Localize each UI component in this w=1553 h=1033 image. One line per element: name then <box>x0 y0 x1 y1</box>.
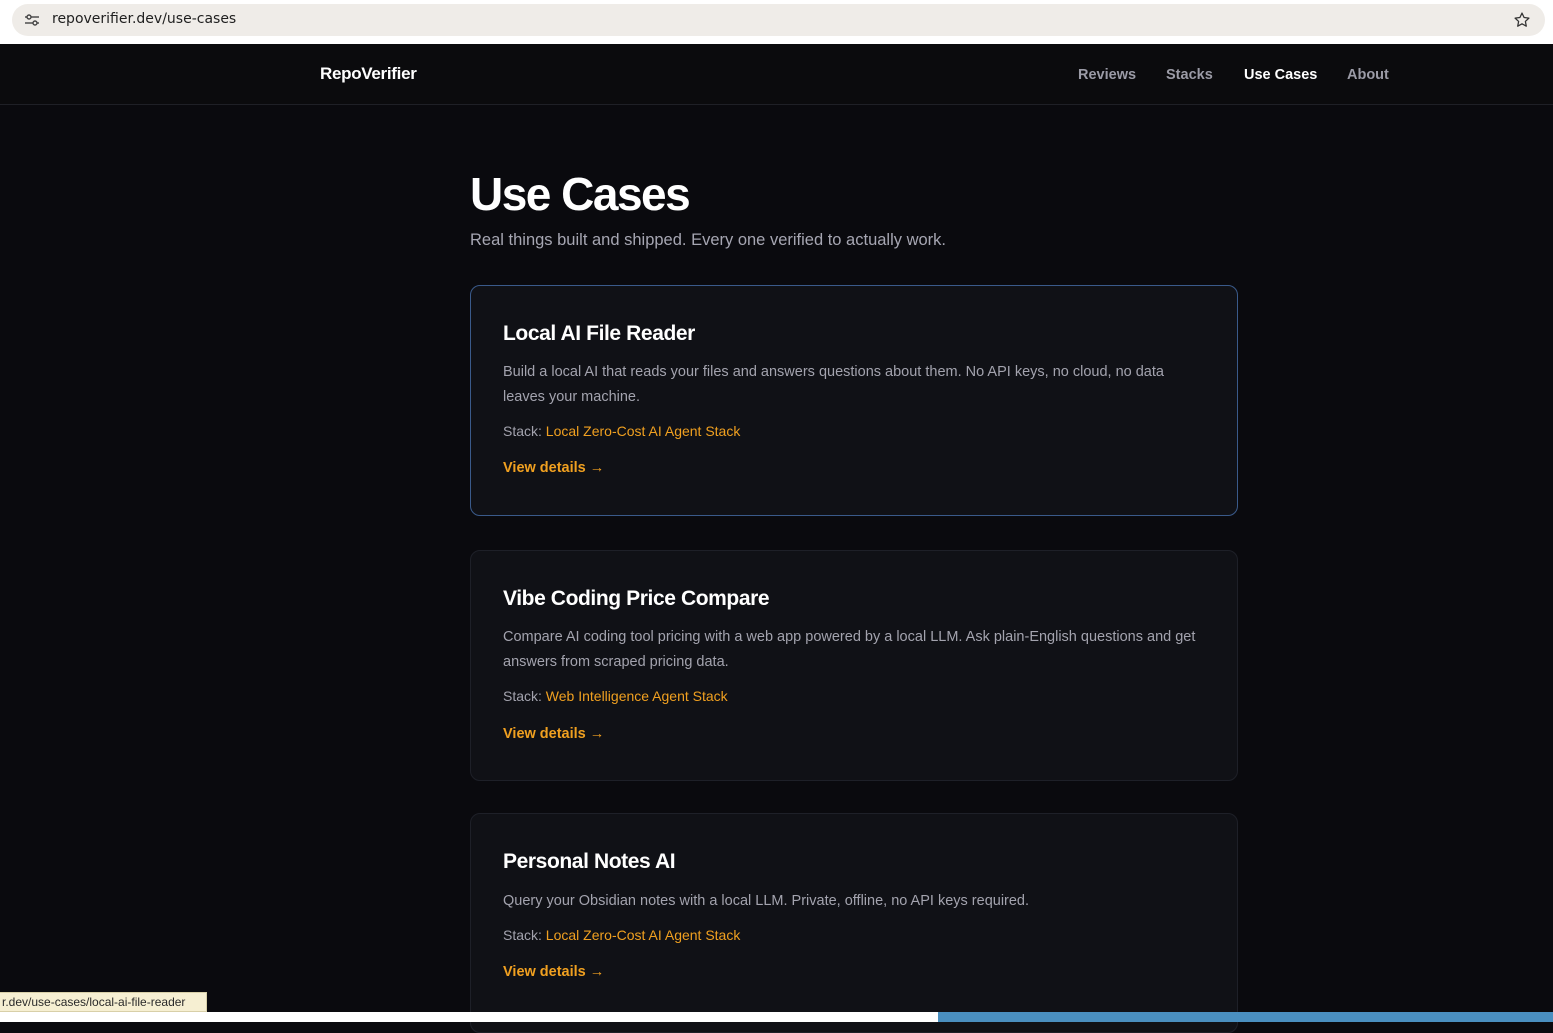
page-subtitle: Real things built and shipped. Every one… <box>470 231 947 249</box>
address-bar[interactable]: repoverifier.dev/use-cases <box>12 4 1545 36</box>
nav-stacks[interactable]: Stacks <box>1166 67 1213 83</box>
view-details-link[interactable]: View details → <box>503 460 604 476</box>
bookmark-star-icon[interactable] <box>1513 11 1531 29</box>
stack-link[interactable]: Local Zero-Cost AI Agent Stack <box>546 927 741 943</box>
stack-link[interactable]: Web Intelligence Agent Stack <box>546 688 728 704</box>
use-case-card[interactable]: Personal Notes AI Query your Obsidian no… <box>470 813 1238 1033</box>
stack-link[interactable]: Local Zero-Cost AI Agent Stack <box>546 423 741 439</box>
nav-about[interactable]: About <box>1347 67 1389 83</box>
stack-prefix: Stack: <box>503 423 542 439</box>
card-stack: Stack: Local Zero-Cost AI Agent Stack <box>503 927 740 943</box>
site-header: RepoVerifier Reviews Stacks Use Cases Ab… <box>0 44 1553 105</box>
browser-toolbar: repoverifier.dev/use-cases <box>0 0 1553 44</box>
page-title: Use Cases <box>470 168 691 220</box>
use-case-card[interactable]: Vibe Coding Price Compare Compare AI cod… <box>470 550 1238 781</box>
site-logo[interactable]: RepoVerifier <box>320 64 417 84</box>
stack-prefix: Stack: <box>503 688 542 704</box>
card-description: Build a local AI that reads your files a… <box>503 364 1164 405</box>
bottom-strip <box>0 1012 1553 1022</box>
view-details-link[interactable]: View details → <box>503 964 604 980</box>
card-stack: Stack: Web Intelligence Agent Stack <box>503 688 728 704</box>
status-bar-url: r.dev/use-cases/local-ai-file-reader <box>0 992 207 1012</box>
card-title[interactable]: Personal Notes AI <box>503 850 676 874</box>
url-text[interactable]: repoverifier.dev/use-cases <box>52 11 236 27</box>
stack-prefix: Stack: <box>503 927 542 943</box>
site-settings-icon[interactable] <box>24 13 40 27</box>
bottom-strip-accent <box>938 1012 1553 1022</box>
view-details-link[interactable]: View details → <box>503 726 604 742</box>
nav-reviews[interactable]: Reviews <box>1078 67 1136 83</box>
card-stack: Stack: Local Zero-Cost AI Agent Stack <box>503 423 740 439</box>
card-title[interactable]: Local AI File Reader <box>503 322 695 346</box>
nav-use-cases[interactable]: Use Cases <box>1244 67 1317 83</box>
card-description: Query your Obsidian notes with a local L… <box>503 893 1030 909</box>
card-title[interactable]: Vibe Coding Price Compare <box>503 587 770 611</box>
use-case-card[interactable]: Local AI File Reader Build a local AI th… <box>470 285 1238 516</box>
card-description: Compare AI coding tool pricing with a we… <box>503 629 1196 670</box>
